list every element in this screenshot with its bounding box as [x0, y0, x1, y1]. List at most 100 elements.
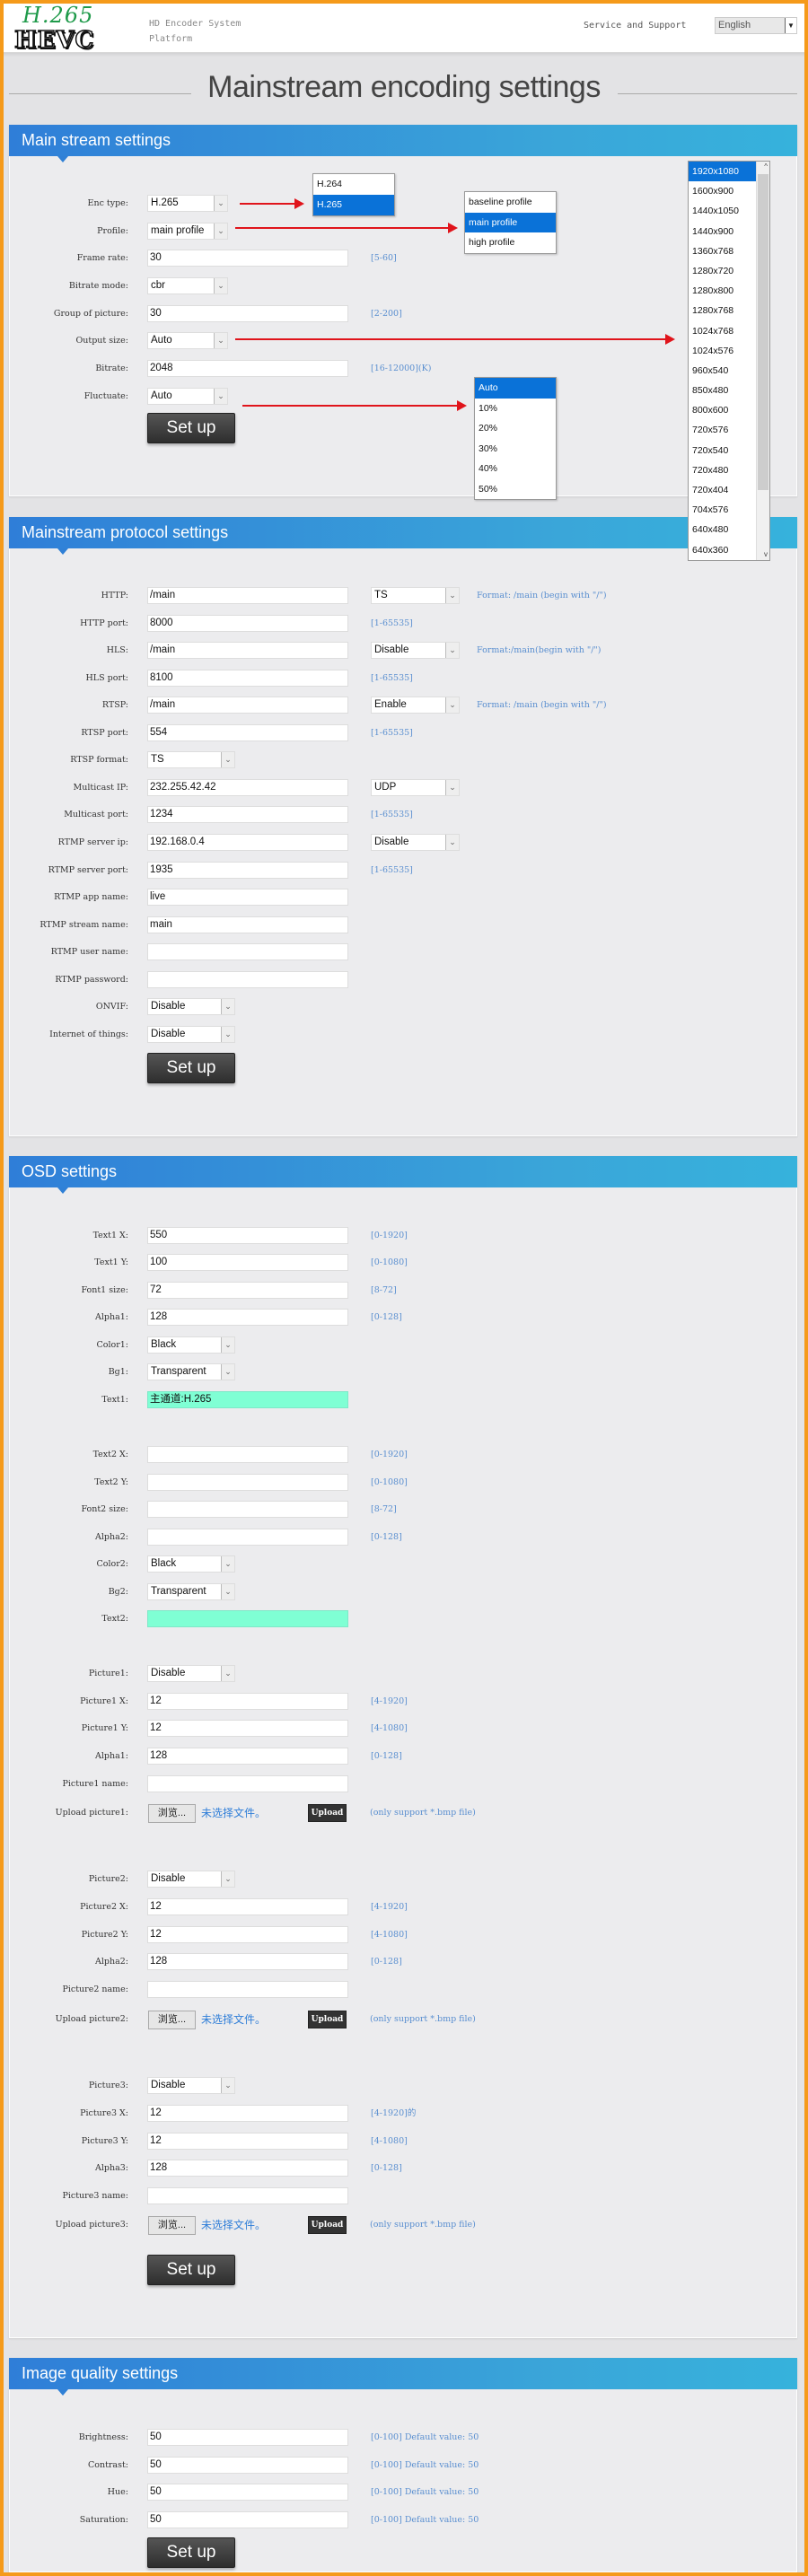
- frame-rate-input[interactable]: 30: [147, 250, 348, 267]
- bg1-select[interactable]: Transparent ⌄: [147, 1363, 235, 1380]
- dropdown-option[interactable]: 40%: [475, 459, 556, 479]
- rtsp-mode-select[interactable]: Enable ⌄: [371, 697, 460, 714]
- profile-select[interactable]: main profile ⌄: [147, 223, 228, 240]
- bg2-select[interactable]: Transparent ⌄: [147, 1583, 235, 1600]
- text2-x-input[interactable]: [147, 1446, 348, 1463]
- scroll-up-icon[interactable]: ^: [764, 162, 768, 171]
- text2-input[interactable]: [147, 1610, 348, 1627]
- dropdown-option[interactable]: 10%: [475, 399, 556, 419]
- alpha2-input[interactable]: [147, 1529, 348, 1546]
- onvif-select[interactable]: Disable ⌄: [147, 998, 235, 1016]
- dropdown-option[interactable]: 720x404: [689, 480, 757, 500]
- alpha3-input[interactable]: 128: [147, 2160, 348, 2177]
- contrast-input[interactable]: 50: [147, 2457, 348, 2474]
- dropdown-option[interactable]: 720x540: [689, 441, 757, 460]
- internet-of-things-select[interactable]: Disable ⌄: [147, 1025, 235, 1043]
- dropdown-option[interactable]: 1280x768: [689, 301, 757, 320]
- group-of-picture-input[interactable]: 30: [147, 305, 348, 322]
- dropdown-option[interactable]: 1280x720: [689, 261, 757, 281]
- hls-input[interactable]: /main: [147, 642, 348, 660]
- font1-size-input[interactable]: 72: [147, 1282, 348, 1299]
- dropdown-option[interactable]: 720x576: [689, 420, 757, 440]
- rtmp-server-ip-input[interactable]: 192.168.0.4: [147, 834, 348, 852]
- dropdown-option[interactable]: 30%: [475, 439, 556, 460]
- picture2-x-input[interactable]: 12: [147, 1898, 348, 1915]
- dropdown-option[interactable]: H.265: [313, 195, 394, 215]
- scrollbar-thumb[interactable]: [758, 174, 768, 490]
- picture1-select[interactable]: Disable ⌄: [147, 1665, 235, 1682]
- dropdown-option[interactable]: main profile: [465, 212, 556, 233]
- dropdown-option[interactable]: 1440x1050: [689, 201, 757, 221]
- alpha1-input[interactable]: 128: [147, 1309, 348, 1326]
- multicast-ip-mode-select[interactable]: UDP ⌄: [371, 778, 460, 796]
- picture2-y-input[interactable]: 12: [147, 1926, 348, 1943]
- alpha1-input[interactable]: 128: [147, 1748, 348, 1765]
- picture1-name-input[interactable]: [147, 1775, 348, 1792]
- saturation-input[interactable]: 50: [147, 2511, 348, 2528]
- dropdown-option[interactable]: 640x360: [689, 540, 757, 560]
- hls-mode-select[interactable]: Disable ⌄: [371, 642, 460, 660]
- upload-picture2-upload-button[interactable]: Upload: [308, 2011, 347, 2028]
- dropdown-option[interactable]: 1440x900: [689, 222, 757, 241]
- rtmp-app-name-input[interactable]: live: [147, 889, 348, 907]
- language-select[interactable]: English ▼: [715, 17, 797, 34]
- color2-select[interactable]: Black ⌄: [147, 1555, 235, 1573]
- rtmp-user-name-input[interactable]: [147, 943, 348, 961]
- http-mode-select[interactable]: TS ⌄: [371, 587, 460, 604]
- text1-y-input[interactable]: 100: [147, 1254, 348, 1271]
- enc-type-select[interactable]: H.265 ⌄: [147, 195, 228, 212]
- font2-size-input[interactable]: [147, 1501, 348, 1518]
- upload-picture1-upload-button[interactable]: Upload: [308, 1804, 347, 1822]
- dropdown-option[interactable]: H.264: [313, 174, 394, 195]
- upload-picture2-browse-button[interactable]: 浏览...: [148, 2011, 196, 2029]
- text1-input[interactable]: 主通道:H.265: [147, 1391, 348, 1408]
- color1-select[interactable]: Black ⌄: [147, 1336, 235, 1354]
- rtmp-server-port-input[interactable]: 1935: [147, 861, 348, 879]
- rtsp-port-input[interactable]: 554: [147, 723, 348, 741]
- dropdown-option[interactable]: 1024x576: [689, 341, 757, 361]
- dropdown-option[interactable]: 960x540: [689, 361, 757, 381]
- scrollbar[interactable]: ^ v: [756, 162, 769, 560]
- dropdown-option[interactable]: 50%: [475, 479, 556, 500]
- dropdown-option[interactable]: 1024x768: [689, 321, 757, 341]
- dropdown-option[interactable]: high profile: [465, 232, 556, 253]
- http-port-input[interactable]: 8000: [147, 614, 348, 632]
- picture1-y-input[interactable]: 12: [147, 1720, 348, 1737]
- bitrate-input[interactable]: 2048: [147, 360, 348, 377]
- set-up-button[interactable]: Set up: [147, 413, 235, 443]
- dropdown-option[interactable]: 1920x1080: [689, 162, 757, 182]
- dropdown-option[interactable]: 1280x800: [689, 281, 757, 301]
- http-input[interactable]: /main: [147, 587, 348, 604]
- multicast-port-input[interactable]: 1234: [147, 806, 348, 824]
- picture2-name-input[interactable]: [147, 1981, 348, 1998]
- dropdown-option[interactable]: Auto: [475, 378, 556, 399]
- hls-port-input[interactable]: 8100: [147, 669, 348, 687]
- dropdown-option[interactable]: baseline profile: [465, 192, 556, 213]
- upload-picture1-browse-button[interactable]: 浏览...: [148, 1804, 196, 1823]
- rtsp-format-select[interactable]: TS ⌄: [147, 751, 235, 769]
- bitrate-mode-select[interactable]: cbr ⌄: [147, 277, 228, 294]
- upload-picture3-browse-button[interactable]: 浏览...: [148, 2216, 196, 2235]
- dropdown-option[interactable]: 20%: [475, 418, 556, 439]
- dropdown-option[interactable]: 720x480: [689, 460, 757, 480]
- dropdown-option[interactable]: 1600x900: [689, 181, 757, 201]
- dropdown-option[interactable]: 800x600: [689, 400, 757, 420]
- rtmp-stream-name-input[interactable]: main: [147, 916, 348, 933]
- scroll-down-icon[interactable]: v: [764, 550, 768, 558]
- service-support-link[interactable]: Service and Support: [584, 21, 686, 31]
- brightness-input[interactable]: 50: [147, 2429, 348, 2446]
- text1-x-input[interactable]: 550: [147, 1227, 348, 1244]
- fluctuate-select[interactable]: Auto ⌄: [147, 388, 228, 405]
- rtmp-server-ip-mode-select[interactable]: Disable ⌄: [371, 834, 460, 852]
- multicast-ip-input[interactable]: 232.255.42.42: [147, 778, 348, 796]
- set-up-button[interactable]: Set up: [147, 2537, 235, 2568]
- hue-input[interactable]: 50: [147, 2484, 348, 2501]
- text2-y-input[interactable]: [147, 1474, 348, 1491]
- set-up-button[interactable]: Set up: [147, 2255, 235, 2285]
- dropdown-option[interactable]: 704x576: [689, 500, 757, 520]
- alpha2-input[interactable]: 128: [147, 1953, 348, 1970]
- picture3-y-input[interactable]: 12: [147, 2133, 348, 2150]
- dropdown-option[interactable]: 850x480: [689, 381, 757, 400]
- picture2-select[interactable]: Disable ⌄: [147, 1871, 235, 1888]
- dropdown-option[interactable]: 1360x768: [689, 241, 757, 261]
